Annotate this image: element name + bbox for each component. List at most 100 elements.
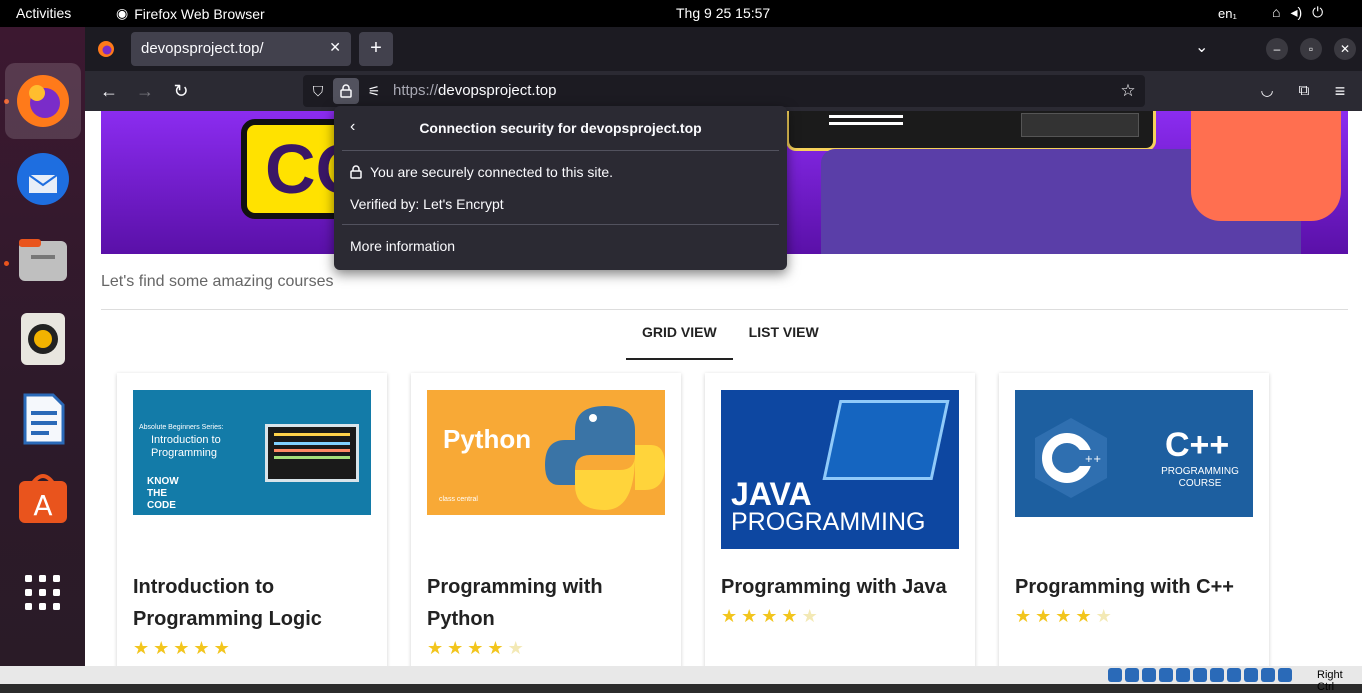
- course-thumbnail: Absolute Beginners Series: Introduction …: [133, 390, 371, 515]
- star-icon: ★: [427, 638, 444, 658]
- star-icon: ★: [1035, 606, 1052, 626]
- recording-icon[interactable]: [1227, 668, 1241, 682]
- files-icon: [19, 239, 67, 281]
- course-thumbnail: ++ C++ PROGRAMMING COURSE: [1015, 390, 1253, 517]
- dock-thunderbird[interactable]: [5, 141, 81, 217]
- dock-writer[interactable]: [5, 381, 81, 457]
- course-title[interactable]: Programming with Java: [721, 571, 961, 603]
- tagline: Let's find some amazing courses: [101, 273, 334, 290]
- url-bar[interactable]: ⛉ ⚟ https://devopsproject.top ☆: [303, 75, 1145, 107]
- reload-icon[interactable]: ↻: [169, 79, 193, 103]
- app-menu[interactable]: ◉ Firefox Web Browser: [116, 5, 265, 22]
- navigation-toolbar: ← → ↻ ⛉ ⚟ https://devopsproject.top ☆ ◡ …: [85, 71, 1362, 111]
- more-information-button[interactable]: More information: [350, 238, 455, 254]
- star-empty-icon: ★: [507, 638, 524, 658]
- back-icon[interactable]: ←: [97, 79, 121, 103]
- tab-list-view[interactable]: LIST VIEW: [733, 324, 835, 360]
- menu-icon[interactable]: ≡: [1328, 79, 1352, 103]
- system-menu[interactable]: ⌂ ◂) ⏻: [1272, 4, 1323, 21]
- lock-icon[interactable]: [333, 78, 359, 104]
- star-icon: ★: [133, 638, 150, 658]
- network-icon[interactable]: [1159, 668, 1173, 682]
- writer-icon: [23, 393, 65, 445]
- vm-status-bar: Right Ctrl: [0, 666, 1362, 693]
- forward-icon[interactable]: →: [133, 79, 157, 103]
- secure-status: You are securely connected to this site.: [350, 164, 613, 180]
- thumb-series-text: Absolute Beginners Series:: [139, 424, 224, 431]
- show-apps-button[interactable]: [5, 555, 81, 631]
- thumb-brand: class central: [439, 496, 478, 503]
- dock-firefox[interactable]: [5, 63, 81, 139]
- list-all-tabs-icon[interactable]: ⌄: [1195, 37, 1208, 57]
- star-icon: ★: [467, 638, 484, 658]
- python-logo-icon: [545, 406, 665, 510]
- dock-files[interactable]: [5, 221, 81, 297]
- course-card[interactable]: JAVA PROGRAMMING Programming with Java ★…: [705, 373, 975, 666]
- rating-stars: ★ ★ ★ ★ ★: [721, 606, 818, 627]
- course-card[interactable]: Absolute Beginners Series: Introduction …: [117, 373, 387, 666]
- lock-icon: [350, 165, 362, 179]
- course-card[interactable]: ++ C++ PROGRAMMING COURSE Programming wi…: [999, 373, 1269, 666]
- tab-devopsproject[interactable]: devopsproject.top/ ✕: [131, 32, 351, 66]
- thumb-subtitle: PROGRAMMING COURSE: [1161, 466, 1239, 489]
- firefox-view-icon[interactable]: [97, 40, 115, 63]
- view-toggle: GRID VIEW LIST VIEW: [626, 324, 835, 360]
- pocket-icon[interactable]: ◡: [1255, 79, 1279, 103]
- close-tab-icon[interactable]: ✕: [329, 39, 341, 56]
- firefox-icon: [17, 75, 69, 127]
- input-language[interactable]: en₁: [1218, 6, 1237, 21]
- power-icon: ⏻: [1312, 4, 1324, 20]
- minimize-button[interactable]: –: [1266, 38, 1288, 60]
- course-title[interactable]: Programming with Python: [427, 571, 667, 635]
- dock: A: [0, 27, 85, 666]
- cpu-icon[interactable]: [1244, 668, 1258, 682]
- star-empty-icon: ★: [1095, 606, 1112, 626]
- maximize-button[interactable]: ▫: [1300, 38, 1322, 60]
- url-host: devopsproject.top: [438, 82, 557, 99]
- divider: [342, 224, 779, 225]
- tracking-protection-icon[interactable]: ⛉: [307, 81, 329, 101]
- course-thumbnail: Python class central: [427, 390, 665, 515]
- network-icon: ⌂: [1272, 4, 1281, 20]
- star-empty-icon: ★: [801, 606, 818, 626]
- panel-title: Connection security for devopsproject.to…: [419, 120, 702, 136]
- tab-grid-view[interactable]: GRID VIEW: [626, 324, 733, 360]
- monitor-illustration: [265, 424, 359, 482]
- rating-stars: ★ ★ ★ ★ ★: [133, 638, 230, 659]
- keyboard-icon[interactable]: [1278, 668, 1292, 682]
- course-title[interactable]: Introduction to Programming Logic: [133, 571, 373, 635]
- course-card[interactable]: Python class central Programming with Py…: [411, 373, 681, 666]
- permissions-icon[interactable]: ⚟: [363, 81, 385, 101]
- thumb-brand: KNOW THE CODE: [147, 476, 179, 511]
- clock[interactable]: Thg 9 25 15:57: [676, 5, 770, 21]
- new-tab-button[interactable]: +: [359, 32, 393, 66]
- top-bar: Activities ◉ Firefox Web Browser Thg 9 2…: [0, 0, 1362, 27]
- close-window-button[interactable]: ✕: [1334, 38, 1356, 60]
- audio-icon[interactable]: [1142, 668, 1156, 682]
- cpp-logo-icon: ++: [1035, 418, 1107, 498]
- svg-text:++: ++: [1085, 454, 1102, 465]
- verified-by: Verified by: Let's Encrypt: [350, 196, 504, 212]
- thumb-line-1: Introduction to: [151, 434, 221, 446]
- url-protocol: https://: [393, 82, 439, 99]
- firefox-icon: ◉: [116, 5, 129, 21]
- bookmark-star-icon[interactable]: ☆: [1117, 81, 1139, 101]
- thumb-title: Python: [443, 424, 532, 454]
- thumb-line-2: Programming: [151, 447, 218, 459]
- laptop-illustration: [822, 400, 950, 480]
- course-title[interactable]: Programming with C++: [1015, 571, 1255, 603]
- url-text[interactable]: https://devopsproject.top: [393, 82, 556, 99]
- display-icon[interactable]: [1210, 668, 1224, 682]
- activities-button[interactable]: Activities: [16, 5, 71, 21]
- optical-icon[interactable]: [1125, 668, 1139, 682]
- shared-folder-icon[interactable]: [1193, 668, 1207, 682]
- disk-icon[interactable]: [1108, 668, 1122, 682]
- app-name: Firefox Web Browser: [134, 5, 265, 22]
- divider: [342, 150, 779, 151]
- star-icon: ★: [781, 606, 798, 626]
- dock-rhythmbox[interactable]: [5, 301, 81, 377]
- extensions-icon[interactable]: ⧉: [1292, 79, 1316, 103]
- dock-app-center[interactable]: A: [5, 461, 81, 537]
- mouse-integration-icon[interactable]: [1261, 668, 1275, 682]
- usb-icon[interactable]: [1176, 668, 1190, 682]
